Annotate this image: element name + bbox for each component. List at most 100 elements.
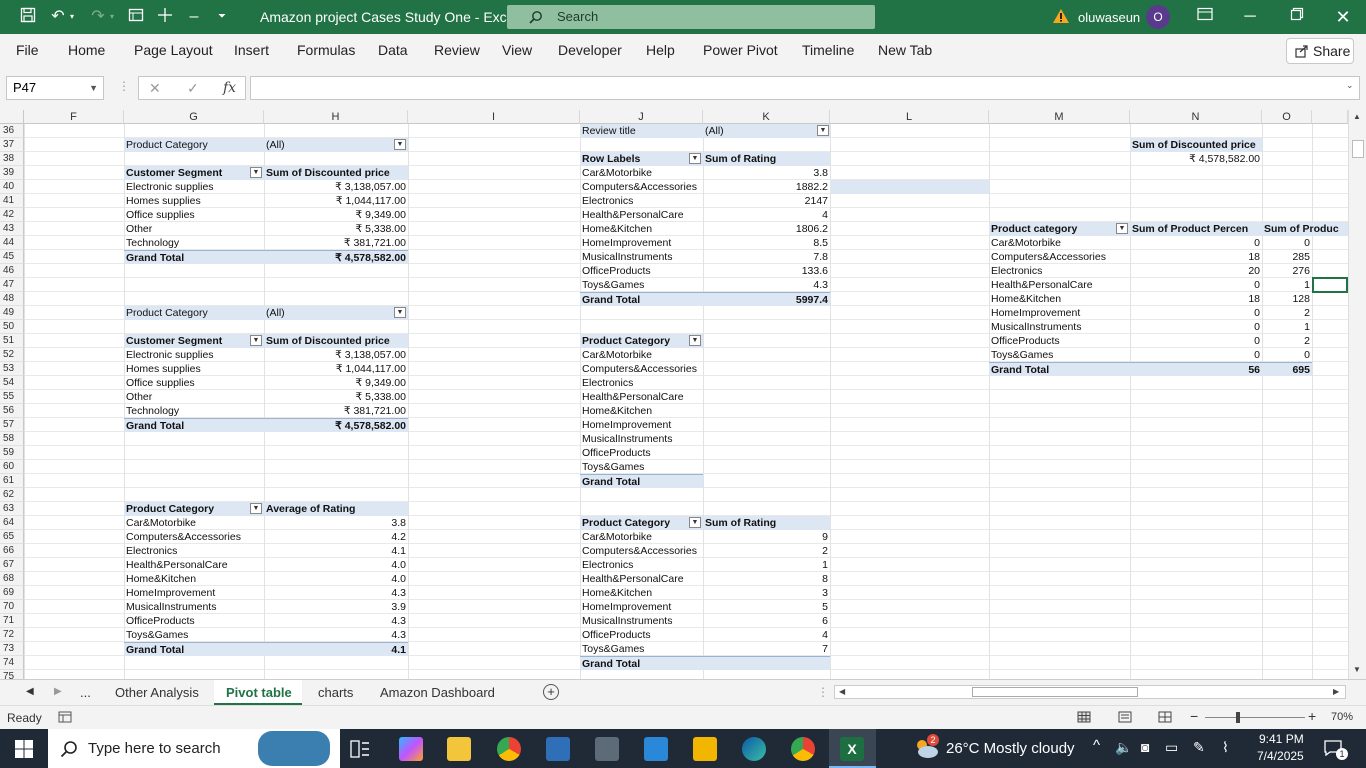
pivot4-row-dropdown-icon[interactable]: ▼ bbox=[689, 153, 701, 164]
normal-view-icon[interactable] bbox=[1077, 711, 1091, 723]
tab-view[interactable]: View bbox=[502, 42, 532, 58]
vertical-scroll-thumb[interactable] bbox=[1352, 140, 1364, 158]
tab-help[interactable]: Help bbox=[646, 42, 675, 58]
row-header-40[interactable]: 40 bbox=[0, 180, 24, 194]
row-header-45[interactable]: 45 bbox=[0, 250, 24, 264]
restore-icon[interactable] bbox=[1287, 7, 1307, 27]
sheet-tab-amazon-dashboard[interactable]: Amazon Dashboard bbox=[380, 685, 495, 700]
pivot1-row-dropdown-icon[interactable]: ▼ bbox=[250, 167, 262, 178]
row-header-50[interactable]: 50 bbox=[0, 320, 24, 334]
volume-icon[interactable]: 🔈 bbox=[1115, 739, 1132, 756]
name-box[interactable]: P47 ▼ bbox=[6, 76, 104, 100]
power-bi-icon[interactable] bbox=[693, 737, 717, 761]
pivot2-row-dropdown-icon[interactable]: ▼ bbox=[250, 335, 262, 346]
sheet-tab-other-analysis[interactable]: Other Analysis bbox=[115, 685, 199, 700]
weather-text[interactable]: 26°C Mostly cloudy bbox=[946, 740, 1075, 757]
column-header-m[interactable]: M bbox=[989, 110, 1130, 124]
undo-dropdown-icon[interactable]: ▾ bbox=[66, 7, 78, 27]
chevron-up-icon[interactable]: ^ bbox=[1093, 737, 1100, 754]
sheet-tab-pivot-table[interactable]: Pivot table bbox=[226, 685, 292, 700]
row-header-63[interactable]: 63 bbox=[0, 502, 24, 516]
clock-time[interactable]: 9:41 PM bbox=[1259, 732, 1304, 746]
zoom-out-icon[interactable]: − bbox=[1190, 708, 1198, 724]
ribbon-display-icon[interactable] bbox=[1195, 7, 1215, 27]
row-header-65[interactable]: 65 bbox=[0, 530, 24, 544]
tab-formulas[interactable]: Formulas bbox=[297, 42, 355, 58]
crosshair-icon[interactable] bbox=[155, 7, 175, 27]
page-layout-view-icon[interactable] bbox=[1118, 711, 1132, 723]
row-header-58[interactable]: 58 bbox=[0, 432, 24, 446]
column-header-k[interactable]: K bbox=[703, 110, 830, 124]
cancel-icon[interactable]: ✕ bbox=[149, 80, 161, 97]
scroll-down-icon[interactable]: ▼ bbox=[1353, 665, 1361, 674]
row-header-46[interactable]: 46 bbox=[0, 264, 24, 278]
add-sheet-icon[interactable]: + bbox=[543, 684, 559, 700]
search-box[interactable]: Search bbox=[507, 5, 875, 29]
tab-file[interactable]: File bbox=[16, 42, 39, 58]
tab-home[interactable]: Home bbox=[68, 42, 105, 58]
form-icon[interactable] bbox=[126, 7, 146, 27]
column-header-h[interactable]: H bbox=[264, 110, 408, 124]
chrome-icon[interactable] bbox=[497, 737, 521, 761]
avatar[interactable]: O bbox=[1146, 5, 1170, 29]
taskbar-search[interactable]: Type here to search bbox=[48, 729, 340, 768]
minimize-icon[interactable]: ─ bbox=[1240, 7, 1260, 27]
vertical-scrollbar[interactable]: ▲ ▼ bbox=[1348, 110, 1366, 679]
customize-toolbar-icon[interactable]: ⏷ bbox=[212, 7, 232, 27]
row-header-37[interactable]: 37 bbox=[0, 138, 24, 152]
pivot4-filter-dropdown-icon[interactable]: ▼ bbox=[817, 125, 829, 136]
formula-input[interactable] bbox=[250, 76, 1360, 100]
tab-page-layout[interactable]: Page Layout bbox=[134, 42, 213, 58]
row-header-38[interactable]: 38 bbox=[0, 152, 24, 166]
row-header-44[interactable]: 44 bbox=[0, 236, 24, 250]
row-header-69[interactable]: 69 bbox=[0, 586, 24, 600]
network-icon[interactable]: ⌇ bbox=[1222, 739, 1229, 756]
row-header-67[interactable]: 67 bbox=[0, 558, 24, 572]
row-header-49[interactable]: 49 bbox=[0, 306, 24, 320]
pen-icon[interactable]: ✎ bbox=[1193, 739, 1205, 756]
camera-icon[interactable] bbox=[595, 737, 619, 761]
row-header-54[interactable]: 54 bbox=[0, 376, 24, 390]
battery-icon[interactable]: ▭ bbox=[1165, 739, 1178, 756]
pivot2-filter-dropdown-icon[interactable]: ▼ bbox=[394, 307, 406, 318]
row-header-70[interactable]: 70 bbox=[0, 600, 24, 614]
tab-new-tab[interactable]: New Tab bbox=[878, 42, 932, 58]
tab-developer[interactable]: Developer bbox=[558, 42, 622, 58]
prev-sheet-icon[interactable]: ◀ bbox=[26, 686, 34, 697]
row-header-53[interactable]: 53 bbox=[0, 362, 24, 376]
copilot-icon[interactable] bbox=[399, 737, 423, 761]
expand-formula-icon[interactable]: ⌄ bbox=[1346, 80, 1354, 91]
warning-icon[interactable] bbox=[1052, 8, 1070, 24]
function-icon[interactable]: fx bbox=[223, 80, 236, 96]
column-header-p[interactable] bbox=[1312, 110, 1348, 124]
horizontal-scrollbar[interactable]: ◀ ▶ bbox=[834, 685, 1346, 699]
zoom-slider-thumb[interactable] bbox=[1236, 712, 1240, 723]
calendar-icon[interactable] bbox=[644, 737, 668, 761]
tab-timeline[interactable]: Timeline bbox=[802, 42, 854, 58]
row-header-47[interactable]: 47 bbox=[0, 278, 24, 292]
enter-icon[interactable]: ✓ bbox=[187, 80, 199, 97]
row-header-66[interactable]: 66 bbox=[0, 544, 24, 558]
chevron-down-icon[interactable]: ▼ bbox=[89, 77, 98, 99]
row-header-68[interactable]: 68 bbox=[0, 572, 24, 586]
clock-date[interactable]: 7/4/2025 bbox=[1257, 749, 1304, 763]
save-icon[interactable] bbox=[18, 7, 38, 27]
active-cell-p47[interactable] bbox=[1312, 277, 1348, 293]
horizontal-scroll-thumb[interactable] bbox=[972, 687, 1138, 697]
next-sheet-icon[interactable]: ▶ bbox=[54, 686, 62, 697]
tab-review[interactable]: Review bbox=[434, 42, 480, 58]
row-header-36[interactable]: 36 bbox=[0, 124, 24, 138]
pivot1-filter-dropdown-icon[interactable]: ▼ bbox=[394, 139, 406, 150]
column-header-l[interactable]: L bbox=[830, 110, 989, 124]
column-header-o[interactable]: O bbox=[1262, 110, 1312, 124]
row-header-48[interactable]: 48 bbox=[0, 292, 24, 306]
chrome-profile-icon[interactable] bbox=[791, 737, 815, 761]
share-button[interactable]: Share bbox=[1286, 38, 1354, 64]
row-header-41[interactable]: 41 bbox=[0, 194, 24, 208]
page-break-view-icon[interactable] bbox=[1158, 711, 1172, 723]
edge-icon[interactable] bbox=[742, 737, 766, 761]
calculator-icon[interactable] bbox=[546, 737, 570, 761]
row-header-55[interactable]: 55 bbox=[0, 390, 24, 404]
accessibility-icon[interactable] bbox=[58, 711, 72, 723]
zoom-level[interactable]: 70% bbox=[1331, 711, 1353, 723]
